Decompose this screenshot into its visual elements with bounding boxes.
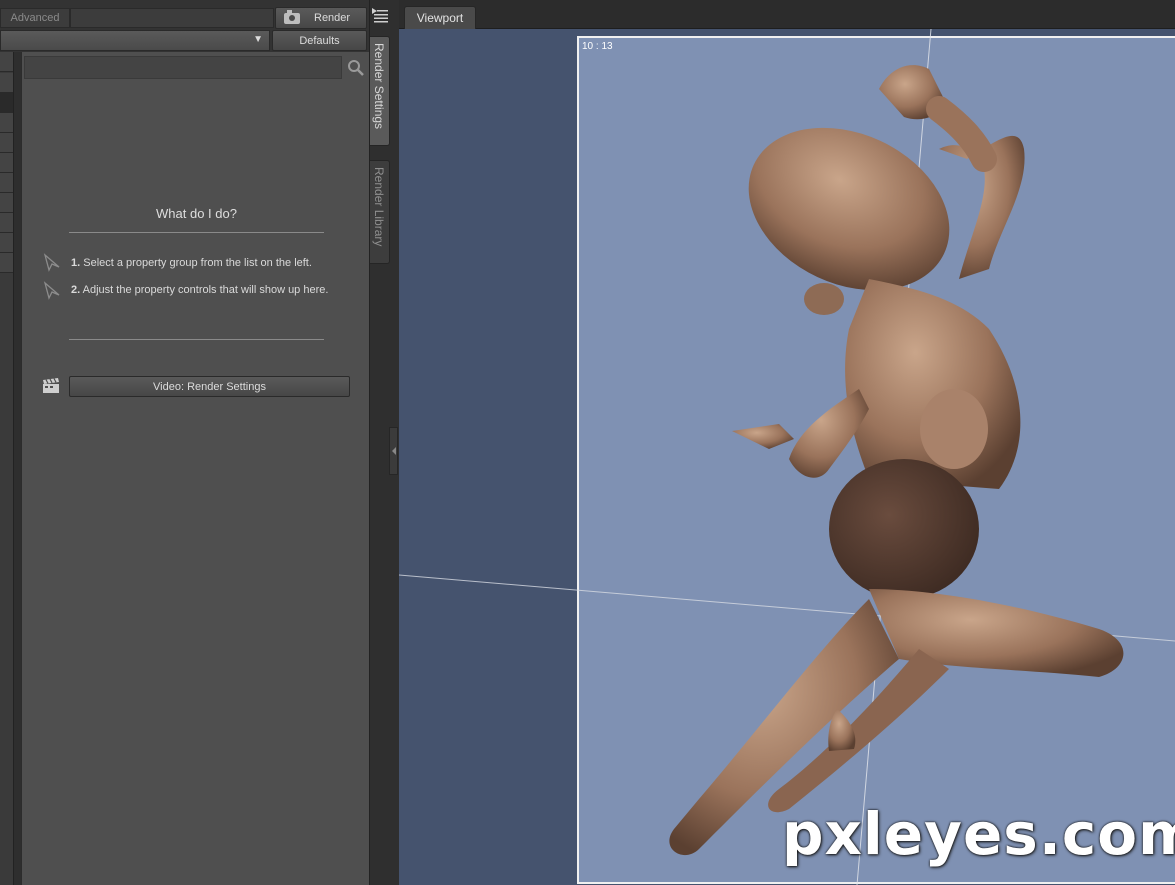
list-item[interactable] — [0, 253, 13, 273]
pane-menu-icon[interactable] — [371, 7, 389, 23]
list-item[interactable] — [0, 193, 13, 213]
watermark: pxleyes.com — [782, 800, 1175, 868]
preset-dropdown[interactable]: ▼ — [0, 30, 270, 51]
video-render-settings-button[interactable]: Video: Render Settings — [69, 376, 350, 397]
defaults-button[interactable]: Defaults — [272, 30, 367, 51]
list-item[interactable] — [0, 52, 13, 72]
step-text: Adjust the property controls that will s… — [82, 284, 329, 296]
clapperboard-icon — [43, 378, 59, 393]
divider — [69, 339, 324, 340]
property-group-list[interactable] — [0, 52, 14, 885]
search-icon[interactable] — [346, 58, 366, 78]
advanced-tab[interactable]: Advanced — [0, 8, 70, 28]
viewport-tab-bar — [399, 0, 1175, 29]
tab-viewport[interactable]: Viewport — [404, 6, 476, 29]
tab-label: Render Library — [372, 167, 386, 247]
step-number: 1. — [71, 257, 81, 269]
aspect-ratio-readout: 10 : 13 — [582, 41, 613, 52]
list-item[interactable] — [0, 73, 13, 93]
tab-render-library[interactable]: Render Library — [370, 160, 390, 264]
step-text: Select a property group from the list on… — [83, 257, 312, 269]
list-item[interactable] — [0, 93, 13, 113]
advanced-field — [70, 8, 274, 28]
tab-label: Render Settings — [372, 43, 386, 130]
render-button-label: Render — [314, 12, 351, 24]
list-item[interactable] — [0, 233, 13, 253]
pointer-arrow-icon — [43, 281, 60, 300]
list-item[interactable] — [0, 213, 13, 233]
step-number: 2. — [71, 284, 81, 296]
list-item[interactable] — [0, 133, 13, 153]
tab-render-settings[interactable]: Render Settings — [370, 36, 390, 146]
render-button[interactable]: Render — [275, 7, 367, 29]
help-step-1: 1. Select a property group from the list… — [71, 256, 346, 270]
help-title: What do I do? — [156, 206, 237, 221]
scene-figure[interactable] — [399, 29, 1175, 885]
list-item[interactable] — [0, 113, 13, 133]
help-step-2: 2. Adjust the property controls that wil… — [71, 283, 333, 297]
list-item[interactable] — [0, 173, 13, 193]
camera-icon — [284, 9, 300, 24]
search-input[interactable] — [24, 56, 342, 79]
property-editor-pane — [21, 52, 370, 885]
pane-collapse-handle[interactable] — [389, 427, 398, 475]
dropdown-arrow-icon: ▼ — [253, 34, 263, 45]
pointer-arrow-icon — [43, 253, 60, 272]
list-item[interactable] — [0, 153, 13, 173]
divider — [69, 232, 324, 233]
